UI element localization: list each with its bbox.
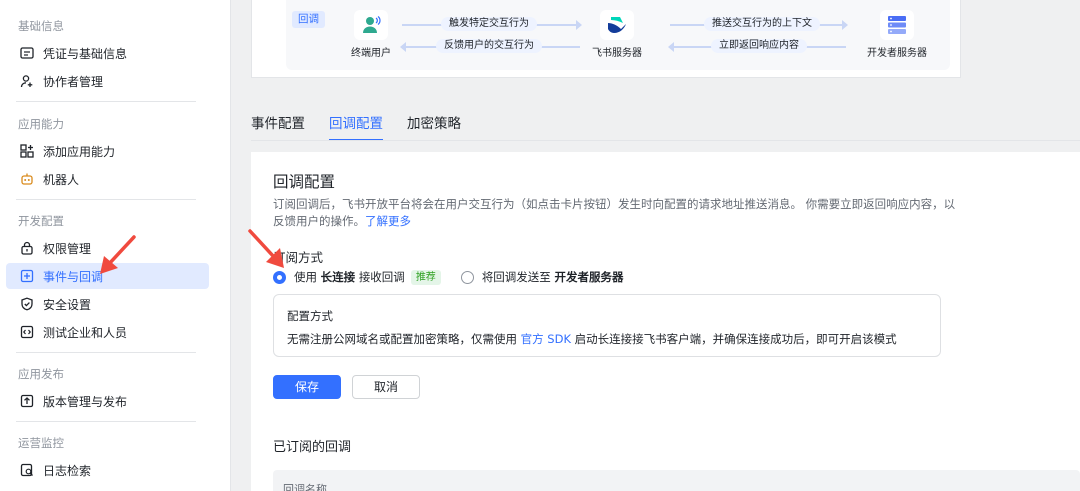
section-title: 运营监控	[18, 436, 64, 450]
sidebar-item-add-capability[interactable]: 添加应用能力	[6, 138, 209, 164]
radio-dev-server[interactable]	[460, 270, 474, 284]
sidebar-item-security[interactable]: 安全设置	[6, 291, 209, 317]
grid-add-icon	[19, 143, 35, 159]
flow-step-label: 触发特定交互行为	[441, 17, 537, 31]
section-title: 基础信息	[18, 19, 64, 33]
option-suffix: 接收回调	[358, 270, 405, 284]
section-title: 应用发布	[18, 367, 64, 381]
divider	[16, 421, 196, 422]
option-prefix: 将回调发送至	[481, 270, 551, 284]
flow-node-label: 开发者服务器	[867, 48, 927, 59]
sidebar-item-log-search[interactable]: 日志检索	[6, 457, 209, 483]
tab-callback-config[interactable]: 回调配置	[329, 107, 383, 141]
log-search-icon	[19, 462, 35, 478]
user-plus-icon	[19, 73, 35, 89]
tab-divider	[251, 140, 1080, 141]
sidebar-item-label: 日志检索	[43, 463, 92, 478]
flow-node-label: 终端用户	[351, 48, 391, 59]
sidebar-item-label: 权限管理	[43, 241, 92, 256]
sidebar-item-release[interactable]: 版本管理与发布	[6, 388, 209, 414]
sidebar-item-label: 安全设置	[43, 297, 92, 312]
subscribe-method-options: 使用 长连接 接收回调 推荐 将回调发送至 开发者服务器	[273, 269, 623, 285]
sidebar-item-label: 事件与回调	[43, 269, 104, 284]
flow-step-label: 推送交互行为的上下文	[704, 17, 820, 31]
sidebar-item-label: 版本管理与发布	[43, 394, 128, 409]
main-content: 回调 终端用户 触发特定交互行为 反馈用户的交互行为 飞书服务器 推送交互行为的…	[231, 0, 1080, 491]
panel-title: 回调配置	[273, 173, 336, 191]
sidebar-item-collaborators[interactable]: 协作者管理	[6, 68, 209, 94]
sidebar-item-robot[interactable]: 机器人	[6, 166, 209, 192]
sidebar-item-credentials[interactable]: 凭证与基础信息	[6, 40, 209, 66]
annotation-arrow-icon	[248, 229, 284, 268]
save-button[interactable]: 保存	[273, 375, 341, 399]
sidebar-item-label: 凭证与基础信息	[43, 46, 128, 61]
feishu-logo-icon	[600, 10, 634, 40]
robot-icon	[19, 171, 35, 187]
flow-node-label: 飞书服务器	[592, 48, 642, 59]
shield-icon	[19, 296, 35, 312]
divider	[16, 352, 196, 353]
config-mode-title: 配置方式	[287, 309, 333, 323]
mode-desc-suffix: 启动长连接接飞书客户端，并确保连接成功后，即可开启该模式	[574, 332, 897, 346]
section-title: 应用能力	[18, 117, 64, 131]
option-prefix: 使用	[294, 270, 317, 284]
recommended-badge: 推荐	[410, 269, 441, 285]
flow-node-end-user: 终端用户	[336, 10, 406, 59]
column-header-callback-name: 回调名称	[283, 483, 327, 491]
tab-encryption[interactable]: 加密策略	[407, 107, 461, 141]
credential-icon	[19, 45, 35, 61]
annotation-arrow-icon	[100, 235, 136, 274]
config-mode-description: 无需注册公网域名或配置加密策略，仅需使用 官方 SDK 启动长连接接飞书客户端，…	[287, 331, 897, 347]
sidebar-item-label: 测试企业和人员	[43, 325, 128, 340]
section-title: 开发配置	[18, 214, 64, 228]
event-icon	[19, 268, 35, 284]
option-dev-server[interactable]: 将回调发送至 开发者服务器	[460, 269, 624, 285]
sidebar-item-label: 协作者管理	[43, 74, 104, 89]
option-bold: 长连接	[320, 270, 356, 284]
option-long-connection[interactable]: 使用 长连接 接收回调 推荐	[273, 269, 441, 285]
callbacks-table-header: 回调名称	[273, 470, 1080, 491]
flow-diagram-area: 回调 终端用户 触发特定交互行为 反馈用户的交互行为 飞书服务器 推送交互行为的…	[286, 0, 950, 70]
callback-config-panel: 回调配置 订阅回调后，飞书开放平台将会在用户交互行为（如点击卡片按钮）发生时向配…	[251, 152, 1080, 491]
server-icon	[880, 10, 914, 40]
config-mode-box: 配置方式 无需注册公网域名或配置加密策略，仅需使用 官方 SDK 启动长连接接飞…	[273, 294, 941, 357]
mode-desc-prefix: 无需注册公网域名或配置加密策略，仅需使用	[287, 332, 517, 346]
learn-more-link[interactable]: 了解更多	[365, 214, 411, 228]
flow-step-label: 立即返回响应内容	[711, 39, 807, 53]
tab-bar: 事件配置 回调配置 加密策略	[251, 107, 485, 141]
flow-tag: 回调	[292, 11, 325, 28]
sidebar-item-label: 添加应用能力	[43, 144, 116, 159]
subscribed-callbacks-title: 已订阅的回调	[273, 440, 352, 455]
code-icon	[19, 324, 35, 340]
flow-node-dev-server: 开发者服务器	[856, 10, 938, 59]
callback-flow-diagram: 回调 终端用户 触发特定交互行为 反馈用户的交互行为 飞书服务器 推送交互行为的…	[251, 0, 961, 78]
flow-step-label: 反馈用户的交互行为	[436, 39, 542, 53]
panel-description: 订阅回调后，飞书开放平台将会在用户交互行为（如点击卡片按钮）发生时向配置的请求地…	[273, 196, 963, 230]
upload-icon	[19, 393, 35, 409]
divider	[16, 101, 196, 102]
divider	[16, 199, 196, 200]
option-bold: 开发者服务器	[554, 270, 624, 284]
tab-event-config[interactable]: 事件配置	[251, 107, 305, 141]
end-user-icon	[354, 10, 388, 40]
sidebar-item-label: 机器人	[43, 172, 80, 187]
radio-long-connection[interactable]	[273, 270, 286, 284]
official-sdk-link[interactable]: 官方 SDK	[521, 332, 571, 346]
sidebar-item-test-tenants[interactable]: 测试企业和人员	[6, 319, 209, 345]
cancel-button[interactable]: 取消	[352, 375, 420, 399]
flow-node-feishu-server: 飞书服务器	[582, 10, 652, 59]
lock-icon	[19, 240, 35, 256]
